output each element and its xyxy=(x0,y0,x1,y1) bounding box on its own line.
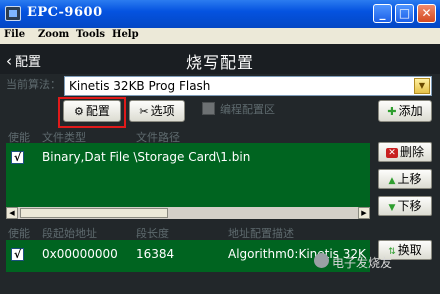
seg-header-length: 段长度 xyxy=(136,227,169,240)
delete-label: 删除 xyxy=(399,145,424,159)
scroll-right-icon[interactable]: ▶ xyxy=(358,207,370,219)
nav-bar: ‹ 配置 烧写配置 xyxy=(0,44,440,74)
config-button[interactable]: ⚙ 配置 xyxy=(63,100,121,122)
menu-file[interactable]: File xyxy=(4,29,25,40)
seg-header-start: 段起始地址 xyxy=(42,227,97,240)
menu-tools[interactable]: Tools xyxy=(76,29,105,40)
move-down-label: 下移 xyxy=(397,199,422,213)
options-button[interactable]: ✂ 选项 xyxy=(129,100,185,122)
watermark-logo xyxy=(314,253,329,268)
delete-icon: ✕ xyxy=(385,148,398,158)
title-bar: EPC-9600 _ □ ✕ xyxy=(0,0,440,28)
dropdown-arrow-icon[interactable]: ▼ xyxy=(414,78,430,94)
program-area-label: 编程配置区 xyxy=(220,103,275,116)
close-button[interactable]: ✕ xyxy=(417,4,436,23)
menu-zoom[interactable]: Zoom xyxy=(38,29,69,40)
seg-header-enable: 使能 xyxy=(8,227,30,240)
scroll-thumb[interactable] xyxy=(20,208,168,218)
gear-icon: ⚙ xyxy=(74,105,84,118)
algorithm-select[interactable]: Kinetis 32KB Prog Flash ▼ xyxy=(64,76,432,96)
config-label: 配置 xyxy=(85,104,110,118)
file-list-scrollbar[interactable]: ◀ ▶ xyxy=(6,207,370,219)
add-label: 添加 xyxy=(398,104,423,118)
algorithm-label: 当前算法： xyxy=(6,78,61,91)
page-title: 烧写配置 xyxy=(185,53,254,72)
algorithm-value: Kinetis 32KB Prog Flash xyxy=(69,79,211,93)
app-icon xyxy=(5,6,21,21)
file-row-path: Binary,Dat File \Storage Card\1.bin xyxy=(42,150,251,164)
menu-help[interactable]: Help xyxy=(112,29,139,40)
scroll-left-icon[interactable]: ◀ xyxy=(6,207,18,219)
window-title: EPC-9600 xyxy=(27,5,103,20)
seg-row-length: 16384 xyxy=(136,247,175,261)
watermark-text: 电子发烧友 xyxy=(332,256,393,270)
options-label: 选项 xyxy=(150,104,175,118)
plus-icon: ✚ xyxy=(387,105,397,118)
swap-label: 换取 xyxy=(397,243,422,257)
arrow-down-icon: ▼ xyxy=(388,203,396,213)
maximize-button[interactable]: □ xyxy=(395,4,414,23)
move-down-button[interactable]: ▼ 下移 xyxy=(378,196,432,216)
move-up-button[interactable]: ▲ 上移 xyxy=(378,169,432,189)
minimize-button[interactable]: _ xyxy=(373,4,392,23)
seg-row-checkbox[interactable]: √ xyxy=(11,248,24,261)
seg-header-desc: 地址配置描述 xyxy=(228,227,294,240)
program-area-checkbox[interactable] xyxy=(202,102,215,115)
seg-row-start: 0x00000000 xyxy=(42,247,118,261)
file-row-checkbox[interactable]: √ xyxy=(11,151,24,164)
delete-button[interactable]: ✕ 删除 xyxy=(378,142,432,162)
arrow-up-icon: ▲ xyxy=(388,176,396,186)
tools-icon: ✂ xyxy=(139,105,149,118)
menu-bar: File Zoom Tools Help xyxy=(0,28,440,44)
add-button[interactable]: ✚ 添加 xyxy=(378,100,432,122)
move-up-label: 上移 xyxy=(397,172,422,186)
